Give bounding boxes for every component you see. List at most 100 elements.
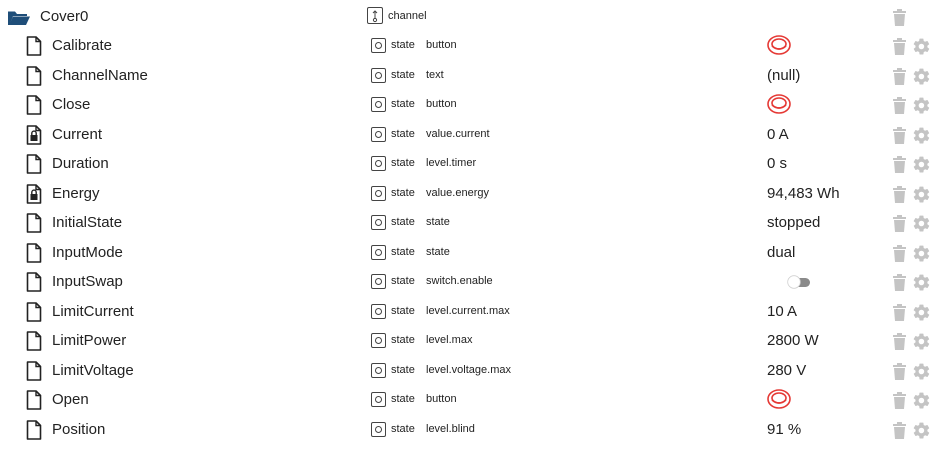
- trash-icon[interactable]: [892, 392, 907, 414]
- gear-icon[interactable]: [912, 421, 931, 445]
- folder-open-icon: [7, 10, 31, 31]
- trash-icon[interactable]: [892, 38, 907, 60]
- state-type-label: state: [391, 363, 415, 376]
- state-value[interactable]: 94,483 Wh: [767, 179, 840, 208]
- state-role: state: [426, 245, 450, 258]
- gear-icon[interactable]: [912, 126, 931, 150]
- state-value[interactable]: 0 A: [767, 120, 789, 149]
- gear-icon[interactable]: [912, 185, 931, 209]
- trash-icon[interactable]: [892, 67, 907, 90]
- state-value[interactable]: (null): [767, 61, 800, 90]
- gear-icon[interactable]: [912, 214, 931, 238]
- state-row-close[interactable]: Close state button: [0, 90, 945, 119]
- file-icon: [26, 331, 42, 356]
- state-row-current[interactable]: Current state value.current 0 A: [0, 120, 945, 149]
- trash-icon[interactable]: [892, 421, 907, 444]
- file-icon: [26, 390, 42, 415]
- state-role: level.current.max: [426, 304, 510, 317]
- state-row-position[interactable]: Position state level.blind 91 %: [0, 415, 945, 444]
- state-name: LimitCurrent: [52, 302, 134, 320]
- state-value[interactable]: dual: [767, 238, 795, 267]
- state-type-label: state: [391, 39, 415, 51]
- state-value[interactable]: 0 s: [767, 149, 787, 178]
- state-type-icon: [371, 38, 386, 53]
- state-type-label: state: [391, 304, 415, 317]
- state-type-icon: [371, 392, 386, 407]
- state-name: LimitPower: [52, 332, 127, 349]
- push-button-icon[interactable]: [767, 388, 791, 415]
- state-name: Current: [52, 125, 103, 143]
- gear-icon[interactable]: [912, 67, 931, 91]
- state-row-open[interactable]: Open state button: [0, 385, 945, 414]
- state-name: Energy: [52, 184, 100, 202]
- state-type-label: state: [391, 127, 415, 140]
- trash-icon[interactable]: [892, 185, 907, 208]
- state-type-icon: [371, 215, 386, 230]
- state-row-input-mode[interactable]: InputMode state state dual: [0, 238, 945, 267]
- trash-icon[interactable]: [892, 215, 907, 237]
- trash-icon[interactable]: [892, 156, 907, 178]
- state-row-energy[interactable]: Energy state value.energy 94,483 Wh: [0, 179, 945, 208]
- gear-icon[interactable]: [912, 391, 931, 415]
- state-role: switch.enable: [426, 275, 493, 287]
- state-value[interactable]: 91 %: [767, 415, 801, 444]
- gear-icon[interactable]: [912, 362, 931, 386]
- state-value[interactable]: 280 V: [767, 356, 806, 385]
- state-type-label: state: [391, 157, 415, 169]
- gear-icon[interactable]: [912, 244, 931, 268]
- state-name: ChannelName: [52, 66, 148, 84]
- trash-icon[interactable]: [892, 244, 907, 267]
- file-icon: [26, 65, 42, 91]
- state-row-duration[interactable]: Duration state level.timer 0 s: [0, 149, 945, 178]
- file-icon: [26, 154, 42, 179]
- file-icon: [26, 272, 42, 297]
- state-name: InputMode: [52, 243, 123, 261]
- trash-icon[interactable]: [892, 9, 907, 31]
- trash-icon[interactable]: [892, 274, 907, 296]
- channel-type-icon: [367, 7, 383, 24]
- trash-icon[interactable]: [892, 97, 907, 119]
- state-role: state: [426, 216, 450, 228]
- push-button-icon[interactable]: [767, 93, 791, 120]
- push-button-icon[interactable]: [767, 34, 791, 61]
- gear-icon[interactable]: [912, 96, 931, 120]
- state-name: Open: [52, 391, 89, 408]
- locked-file-icon: [26, 124, 42, 150]
- state-type-icon: [371, 303, 386, 319]
- channel-row[interactable]: Cover0 channel: [0, 2, 945, 31]
- state-value[interactable]: 2800 W: [767, 326, 819, 355]
- gear-icon[interactable]: [912, 303, 931, 327]
- state-name: Close: [52, 96, 91, 113]
- state-row-initial-state[interactable]: InitialState state state stopped: [0, 208, 945, 237]
- state-type-icon: [371, 244, 386, 260]
- trash-icon[interactable]: [892, 362, 907, 385]
- trash-icon[interactable]: [892, 126, 907, 149]
- state-type-icon: [371, 185, 386, 201]
- file-icon: [26, 213, 42, 238]
- state-type-icon: [371, 333, 386, 348]
- gear-icon[interactable]: [912, 37, 931, 61]
- state-row-channel-name[interactable]: ChannelName state text (null): [0, 61, 945, 90]
- file-icon: [26, 36, 42, 61]
- gear-icon[interactable]: [912, 273, 931, 297]
- state-row-calibrate[interactable]: Calibrate state button: [0, 31, 945, 60]
- state-row-limit-voltage[interactable]: LimitVoltage state level.voltage.max 280 V: [0, 356, 945, 385]
- state-name: InitialState: [52, 214, 123, 231]
- state-row-limit-power[interactable]: LimitPower state level.max 2800 W: [0, 326, 945, 355]
- state-role: value.current: [426, 127, 490, 140]
- state-value[interactable]: 10 A: [767, 297, 797, 326]
- state-row-input-swap[interactable]: InputSwap state switch.enable: [0, 267, 945, 296]
- toggle-switch[interactable]: [787, 275, 811, 294]
- state-type-label: state: [391, 393, 415, 405]
- gear-icon[interactable]: [912, 155, 931, 179]
- state-type-icon: [371, 67, 386, 83]
- state-value[interactable]: stopped: [767, 208, 820, 237]
- gear-icon[interactable]: [912, 332, 931, 356]
- file-icon: [26, 242, 42, 268]
- trash-icon[interactable]: [892, 333, 907, 355]
- state-type-label: state: [391, 245, 415, 258]
- trash-icon[interactable]: [892, 303, 907, 326]
- state-type-label: state: [391, 216, 415, 228]
- state-row-limit-current[interactable]: LimitCurrent state level.current.max 10 A: [0, 297, 945, 326]
- state-type-icon: [371, 156, 386, 171]
